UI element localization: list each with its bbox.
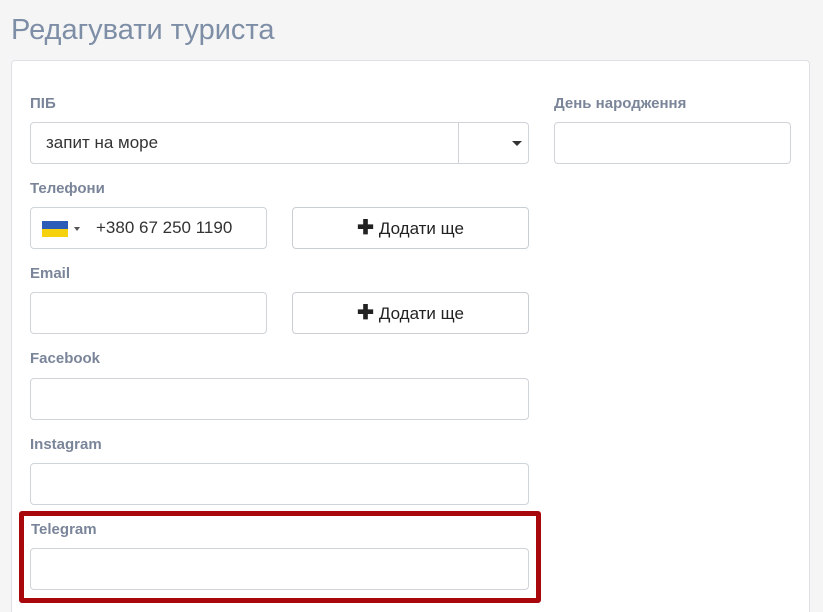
facebook-input[interactable]	[30, 378, 529, 420]
country-dropdown-caret-icon[interactable]	[74, 227, 80, 231]
chevron-down-icon	[512, 141, 522, 146]
phone-value: +380 67 250 1190	[96, 218, 233, 237]
page: Редагувати туриста ПІБ запит на море Ден…	[0, 0, 823, 612]
plus-icon: ✚	[357, 217, 374, 239]
facebook-label: Facebook	[30, 350, 101, 367]
add-email-button[interactable]: ✚ Додати ще	[292, 292, 529, 334]
birthday-label: День народження	[554, 95, 687, 112]
add-email-button-label: Додати ще	[378, 304, 464, 323]
ukraine-flag-icon[interactable]	[42, 221, 68, 237]
name-suffix-select[interactable]	[458, 122, 529, 164]
phone-input[interactable]: +380 67 250 1190	[30, 207, 267, 249]
telegram-input[interactable]	[30, 548, 529, 590]
plus-icon: ✚	[357, 302, 374, 324]
birthday-input[interactable]	[554, 122, 791, 164]
phones-label: Телефони	[30, 180, 105, 197]
add-phone-button[interactable]: ✚ Додати ще	[292, 207, 529, 249]
page-title: Редагувати туриста	[11, 14, 275, 46]
name-input[interactable]: запит на море	[30, 122, 459, 164]
name-label: ПІБ	[30, 95, 56, 112]
telegram-label: Telegram	[31, 521, 97, 538]
email-label: Email	[30, 265, 71, 282]
add-phone-button-label: Додати ще	[378, 219, 464, 238]
email-input[interactable]	[30, 292, 267, 334]
instagram-input[interactable]	[30, 463, 529, 505]
instagram-label: Instagram	[30, 436, 102, 453]
